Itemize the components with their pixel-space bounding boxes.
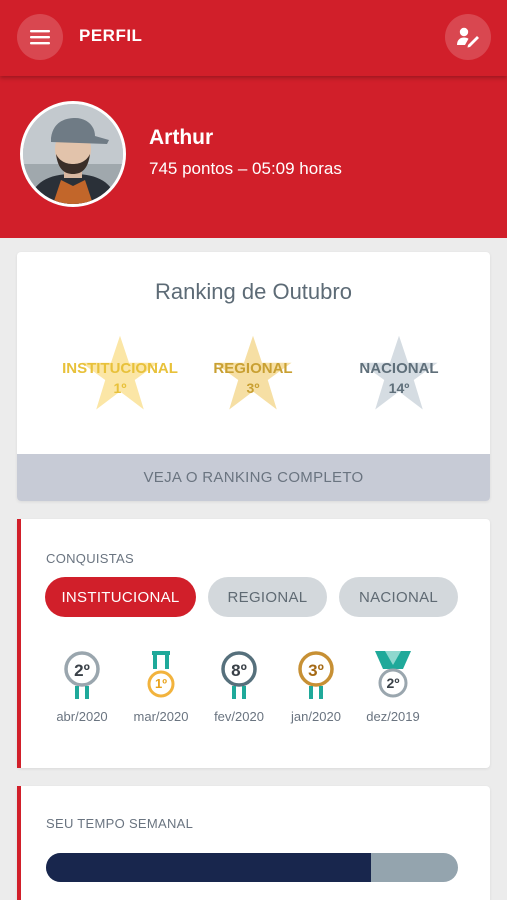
rank-institucional[interactable]: INSTITUCIONAL 1º	[45, 334, 195, 414]
hamburger-menu-icon	[30, 30, 50, 45]
medal-item[interactable]: mar/2020 1º	[121, 651, 201, 731]
tab-institucional[interactable]: INSTITUCIONAL	[45, 577, 196, 617]
rank-label: NACIONAL	[359, 360, 439, 377]
user-stats: 745 pontos – 05:09 horas	[149, 159, 342, 178]
edit-profile-icon	[457, 27, 479, 48]
rank-nacional[interactable]: NACIONAL 14º	[324, 334, 474, 414]
rank-regional[interactable]: REGIONAL 3º	[178, 334, 328, 414]
medal-item[interactable]: abr/2020 2º	[42, 651, 122, 731]
achievements-card: CONQUISTAS INSTITUCIONAL REGIONAL NACION…	[17, 519, 490, 768]
edit-profile-button[interactable]	[445, 14, 491, 60]
achievements-accent	[17, 519, 21, 768]
medal-rank: 8º	[231, 661, 247, 680]
app-header: PERFIL	[0, 0, 507, 76]
medal-rank: 2º	[74, 661, 90, 680]
medal-rank: 1º	[155, 676, 167, 691]
weekly-time-card: SEU TEMPO SEMANAL	[17, 786, 490, 900]
medal-item[interactable]: dez/2019 2º	[353, 651, 433, 731]
rank-label: REGIONAL	[213, 360, 293, 377]
weekly-time-bar-fill	[46, 853, 372, 882]
rank-position: 14º	[388, 380, 410, 396]
medal-rank: 2º	[386, 675, 400, 691]
rank-label: INSTITUCIONAL	[62, 360, 178, 377]
rank-position: 3º	[246, 380, 260, 396]
tab-nacional[interactable]: NACIONAL	[339, 577, 458, 617]
weekly-time-accent	[17, 786, 21, 900]
user-name: Arthur	[149, 126, 214, 149]
achievements-title: CONQUISTAS	[46, 551, 134, 566]
avatar[interactable]	[20, 101, 126, 207]
medal-item[interactable]: jan/2020 3º	[276, 651, 356, 731]
medal-date: abr/2020	[56, 709, 108, 724]
medal-date: mar/2020	[133, 709, 189, 724]
medal-rank: 3º	[308, 661, 324, 680]
tab-regional[interactable]: REGIONAL	[208, 577, 327, 617]
menu-button[interactable]	[17, 14, 63, 60]
ranking-title: Ranking de Outubro	[155, 279, 352, 304]
medal-date: dez/2019	[366, 709, 420, 724]
page-title: PERFIL	[79, 26, 143, 45]
profile-banner: Arthur 745 pontos – 05:09 horas	[0, 76, 507, 238]
ranking-card: Ranking de Outubro INSTITUCIONAL 1º REGI…	[17, 252, 490, 501]
rank-position: 1º	[113, 380, 127, 396]
weekly-time-bar	[46, 853, 458, 882]
medal-item[interactable]: fev/2020 8º	[199, 651, 279, 731]
weekly-time-title: SEU TEMPO SEMANAL	[46, 816, 194, 831]
medal-date: jan/2020	[291, 709, 341, 724]
full-ranking-button[interactable]: VEJA O RANKING COMPLETO	[17, 454, 490, 501]
medal-date: fev/2020	[214, 709, 264, 724]
